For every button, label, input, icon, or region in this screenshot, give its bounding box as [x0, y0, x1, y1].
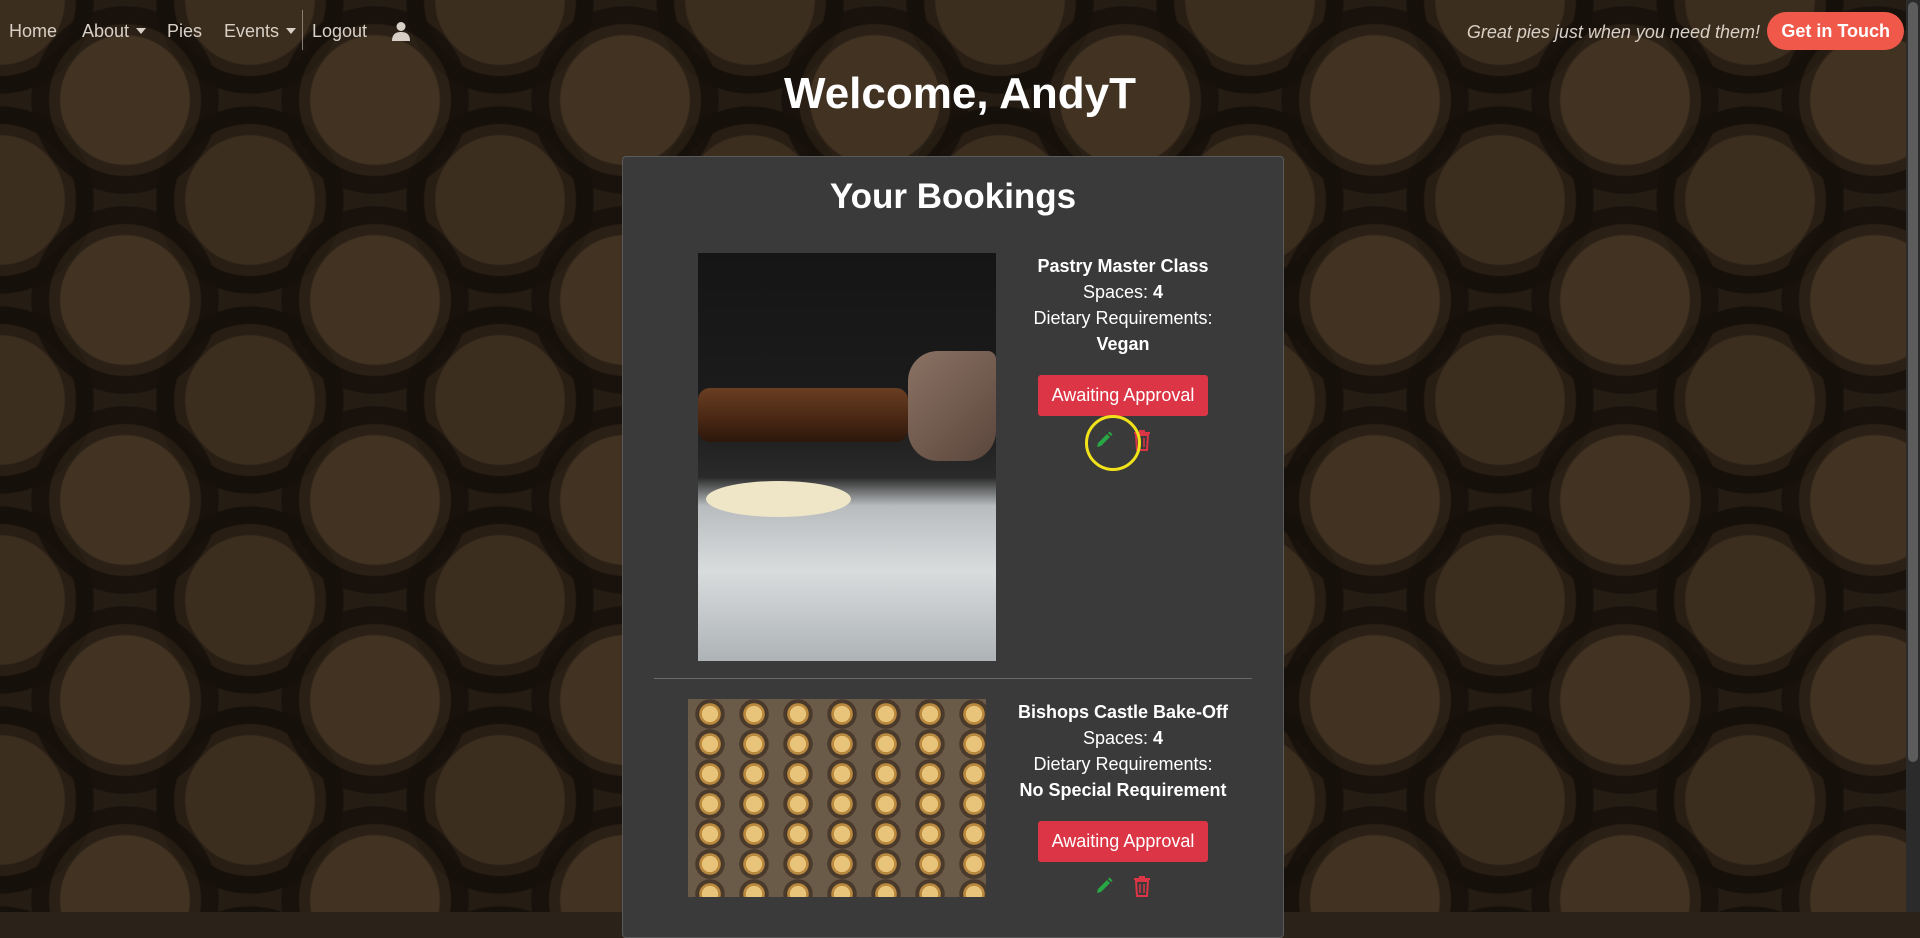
spaces-value: 4	[1153, 728, 1164, 748]
spaces-label: Spaces:	[1082, 728, 1148, 748]
status-awaiting-approval-button[interactable]: Awaiting Approval	[1037, 821, 1209, 862]
dietary-label: Dietary Requirements:	[1033, 754, 1213, 774]
rolling-pin-shape	[698, 388, 908, 442]
booking-actions	[1008, 872, 1238, 900]
bookings-panel: Your Bookings Pastry Master Class Spaces…	[622, 156, 1284, 938]
get-in-touch-button[interactable]: Get in Touch	[1767, 12, 1904, 50]
booking-spaces: Spaces: 4	[1008, 725, 1238, 751]
edit-pencil-icon[interactable]	[1094, 875, 1114, 897]
nav-divider	[302, 10, 303, 50]
chevron-down-icon	[286, 28, 297, 34]
booking-divider	[654, 678, 1252, 679]
booking-spaces: Spaces: 4	[1018, 279, 1228, 305]
delete-trash-icon[interactable]	[1132, 875, 1152, 898]
bookings-title: Your Bookings	[829, 177, 1077, 216]
nav-events-label: Events	[224, 21, 280, 41]
welcome-heading: Welcome, AndyT	[783, 69, 1137, 118]
booking-event-name: Pastry Master Class	[1037, 256, 1209, 276]
nav-home[interactable]: Home	[9, 20, 57, 42]
hand-shape	[908, 351, 996, 461]
nav-logout[interactable]: Logout	[312, 20, 367, 42]
booking-card: Bishops Castle Bake-Off Spaces: 4 Dietar…	[1008, 699, 1238, 900]
chevron-down-icon	[136, 28, 147, 34]
status-awaiting-approval-button[interactable]: Awaiting Approval	[1037, 375, 1209, 416]
nav-about-label: About	[82, 21, 130, 41]
nav-pies[interactable]: Pies	[167, 20, 202, 42]
spaces-value: 4	[1153, 282, 1164, 302]
booking-event-name: Bishops Castle Bake-Off	[1017, 702, 1229, 722]
dietary-value: Vegan	[1096, 334, 1150, 354]
spaces-label: Spaces:	[1082, 282, 1148, 302]
nav-events-dropdown[interactable]: Events	[224, 20, 297, 42]
scrollbar-thumb[interactable]	[1908, 2, 1918, 762]
tagline: Great pies just when you need them!	[1466, 22, 1760, 42]
user-icon[interactable]	[392, 21, 410, 41]
booking-image-bake-off	[688, 699, 986, 897]
navbar: Home About Pies Events Logout Great pies…	[0, 0, 1920, 62]
dough-shape	[706, 481, 851, 517]
cursor-highlight-ring	[1085, 415, 1141, 471]
page-scrollbar[interactable]	[1906, 0, 1920, 912]
dietary-value: No Special Requirement	[1019, 780, 1227, 800]
nav-about-dropdown[interactable]: About	[82, 20, 147, 42]
booking-image-pastry-class	[698, 253, 996, 661]
dietary-label: Dietary Requirements:	[1033, 308, 1213, 328]
